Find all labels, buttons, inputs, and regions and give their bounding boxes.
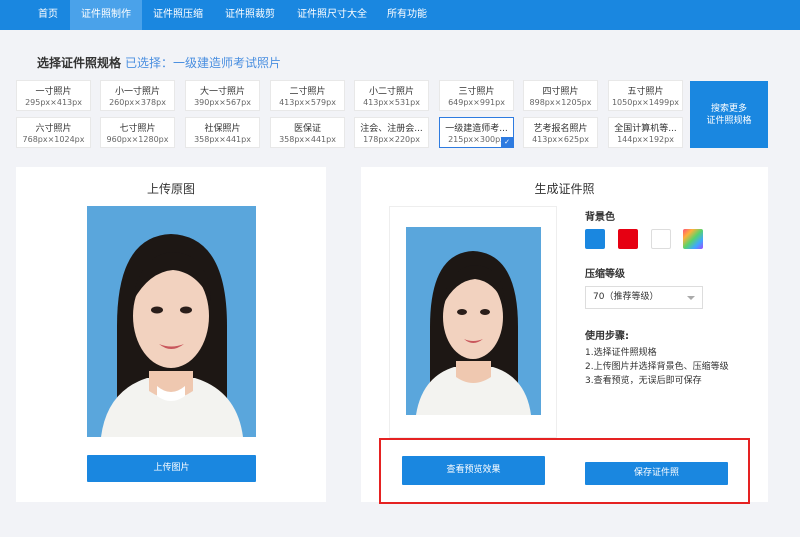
check-icon: ✓ (501, 137, 513, 147)
spec-item-name: 一寸照片 (35, 87, 72, 97)
spec-item[interactable]: 六寸照片 768px×1024px (16, 117, 91, 148)
spec-item-name: 六寸照片 (35, 124, 72, 134)
spec-item-name: 注会、注册会... (360, 124, 423, 134)
generated-portrait-image (406, 227, 541, 415)
spec-item-name: 大一寸照片 (199, 87, 245, 97)
spec-item-size: 260px×378px (109, 98, 166, 107)
bg-color-blue[interactable] (585, 229, 605, 249)
spec-item-name: 五寸照片 (627, 87, 664, 97)
search-more-line2: 证件照规格 (706, 115, 752, 126)
original-photo (87, 206, 256, 437)
upload-panel: 上传原图 上传图片 (16, 167, 326, 502)
generated-photo (406, 227, 541, 415)
bg-color-label: 背景色 (585, 212, 615, 223)
compress-level-select[interactable]: 70（推荐等级） (585, 286, 703, 309)
spec-item-name: 四寸照片 (542, 87, 579, 97)
spec-item-name: 艺考报名照片 (533, 124, 588, 134)
spec-item[interactable]: 一寸照片 295px×413px (16, 80, 91, 111)
spec-item-name: 三寸照片 (458, 87, 495, 97)
spec-item-name: 医保证 (293, 124, 321, 134)
bg-color-white[interactable] (651, 229, 671, 249)
usage-steps-label: 使用步骤: (585, 331, 629, 342)
spec-item-name: 社保照片 (204, 124, 241, 134)
spec-item[interactable]: 医保证 358px×441px (270, 117, 345, 148)
spec-item-name: 小一寸照片 (114, 87, 160, 97)
preview-frame (389, 206, 557, 438)
spec-item-size: 178px×220px (363, 135, 420, 144)
nav-id-photo-make[interactable]: 证件照制作 (70, 0, 142, 30)
spec-item-size: 390px×567px (194, 98, 251, 107)
spec-item-size: 960px×1280px (106, 135, 169, 144)
spec-item-size: 768px×1024px (22, 135, 85, 144)
spec-item[interactable]: 五寸照片 1050px×1499px (608, 80, 683, 111)
spec-item[interactable]: 七寸照片 960px×1280px (100, 117, 175, 148)
upload-panel-title: 上传原图 (146, 182, 195, 196)
spec-item[interactable]: 大一寸照片 390px×567px (185, 80, 260, 111)
top-nav: 首页 证件照制作 证件照压缩 证件照裁剪 证件照尺寸大全 所有功能 (0, 0, 800, 30)
spec-title: 选择证件照规格 (37, 56, 122, 70)
spec-item-size: 898px×1205px (529, 98, 592, 107)
spec-item-selected[interactable]: 一级建造师考... 215px×300px ✓ (439, 117, 514, 148)
spec-item-size: 144px×192px (617, 135, 674, 144)
usage-step: 2.上传图片并选择背景色、压缩等级 (585, 362, 729, 372)
upload-image-button[interactable]: 上传图片 (87, 455, 256, 482)
spec-item-size: 413px×579px (279, 98, 336, 107)
spec-item[interactable]: 二寸照片 413px×579px (270, 80, 345, 111)
spec-item[interactable]: 三寸照片 649px×991px (439, 80, 514, 111)
spec-item[interactable]: 全国计算机等... 144px×192px (608, 117, 683, 148)
nav-home[interactable]: 首页 (26, 0, 70, 30)
nav-id-photo-compress[interactable]: 证件照压缩 (142, 0, 214, 30)
spec-item-name: 全国计算机等... (614, 124, 677, 134)
highlight-box (379, 438, 750, 504)
nav-id-photo-crop[interactable]: 证件照裁剪 (214, 0, 286, 30)
spec-item-size: 649px×991px (448, 98, 505, 107)
spec-item[interactable]: 注会、注册会... 178px×220px (354, 117, 429, 148)
portrait-image (87, 206, 256, 437)
spec-item-name: 小二寸照片 (368, 87, 414, 97)
spec-item-size: 295px×413px (25, 98, 82, 107)
spec-item-name: 一级建造师考... (445, 124, 508, 134)
usage-step: 1.选择证件照规格 (585, 348, 657, 358)
spec-item-size: 1050px×1499px (611, 98, 680, 107)
spec-item[interactable]: 艺考报名照片 413px×625px (523, 117, 598, 148)
spec-item-name: 七寸照片 (119, 124, 156, 134)
spec-item-size: 413px×531px (363, 98, 420, 107)
result-panel-title: 生成证件照 (534, 182, 595, 196)
spec-selected-text: 已选择：一级建造师考试照片 (125, 56, 282, 70)
spec-item-size: 413px×625px (532, 135, 589, 144)
chevron-down-icon (687, 296, 695, 300)
compress-level-value: 70（推荐等级） (593, 292, 659, 302)
spec-item[interactable]: 小二寸照片 413px×531px (354, 80, 429, 111)
search-more-line1: 搜索更多 (710, 103, 747, 114)
spec-item[interactable]: 社保照片 358px×441px (185, 117, 260, 148)
bg-color-custom[interactable] (683, 229, 703, 249)
spec-item[interactable]: 四寸照片 898px×1205px (523, 80, 598, 111)
compress-level-label: 压缩等级 (585, 269, 625, 280)
spec-item-size: 358px×441px (194, 135, 251, 144)
nav-id-photo-sizes[interactable]: 证件照尺寸大全 (286, 0, 378, 30)
nav-all-features[interactable]: 所有功能 (378, 0, 436, 30)
usage-step: 3.查看预览，无误后即可保存 (585, 376, 702, 386)
spec-item[interactable]: 小一寸照片 260px×378px (100, 80, 175, 111)
spec-item-size: 358px×441px (279, 135, 336, 144)
search-more-specs-button[interactable]: 搜索更多 证件照规格 (690, 81, 768, 148)
bg-color-red[interactable] (618, 229, 638, 249)
spec-item-name: 二寸照片 (289, 87, 326, 97)
